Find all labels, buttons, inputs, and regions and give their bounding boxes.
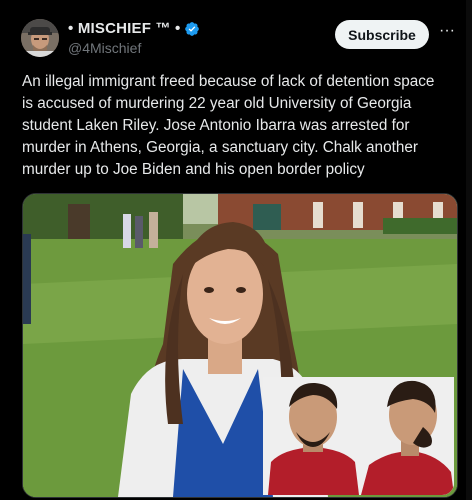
tweet-text-line: murder up to Joe Biden and his open bord… (22, 161, 365, 178)
mugshot-inset-image (263, 377, 454, 495)
tweet-card: • MISCHIEF ™ • @4Mischief Subscribe ··· … (0, 0, 472, 500)
mugshot-photo (263, 377, 454, 495)
tweet-text: An illegal immigrant freed because of la… (22, 71, 462, 181)
scrollbar[interactable] (466, 0, 472, 500)
subscribe-button[interactable]: Subscribe (335, 20, 429, 49)
verified-badge-icon (185, 21, 200, 36)
tweet-text-line: An illegal immigrant freed because of la… (22, 73, 435, 90)
more-horizontal-icon[interactable]: ··· (438, 23, 456, 43)
author-display-name[interactable]: • MISCHIEF ™ • (68, 20, 180, 37)
avatar-image (21, 19, 59, 57)
author-handle[interactable]: @4Mischief (68, 40, 141, 56)
tweet-text-line: is accused of murdering 22 year old Univ… (22, 95, 412, 112)
author-name-row[interactable]: • MISCHIEF ™ • (68, 20, 200, 37)
avatar[interactable] (21, 19, 59, 57)
tweet-text-line: murder in Athens, Georgia, a sanctuary c… (22, 139, 418, 156)
tweet-text-line: student Laken Riley. Jose Antonio Ibarra… (22, 117, 410, 134)
